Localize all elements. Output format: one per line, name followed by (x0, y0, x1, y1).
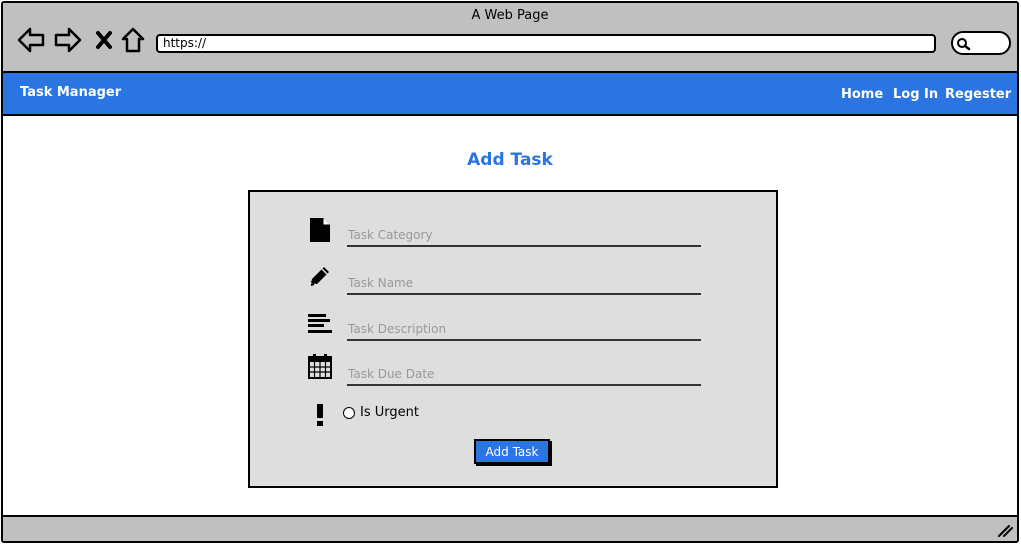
is-urgent-label: Is Urgent (360, 405, 419, 420)
stop-x-icon[interactable] (93, 25, 115, 55)
task-category-input[interactable] (347, 225, 701, 247)
search-icon (957, 38, 971, 51)
pencil-icon (307, 263, 333, 289)
add-task-button[interactable]: Add Task (474, 439, 550, 464)
app-navbar: Task Manager Home Log In Regester (3, 73, 1017, 116)
task-description-input[interactable] (347, 319, 701, 341)
page-title: Add Task (467, 150, 553, 170)
nav-login-link[interactable]: Log In (893, 87, 938, 102)
add-task-form: Is Urgent Add Task (248, 190, 778, 488)
brand-logo[interactable]: Task Manager (20, 85, 121, 100)
forward-arrow-icon[interactable] (53, 25, 83, 55)
calendar-icon (307, 353, 333, 379)
home-icon[interactable] (120, 25, 146, 55)
resize-grip-icon[interactable] (997, 524, 1013, 538)
back-arrow-icon[interactable] (16, 25, 46, 55)
file-icon (307, 217, 333, 243)
is-urgent-radio[interactable] (343, 406, 355, 419)
status-bar (3, 515, 1017, 541)
nav-register-link[interactable]: Regester (945, 87, 1011, 102)
address-bar[interactable]: https:// (156, 34, 936, 53)
browser-search-box[interactable] (951, 31, 1011, 55)
browser-chrome: A Web Page https:// (3, 3, 1017, 73)
exclamation-icon (307, 402, 333, 428)
task-name-input[interactable] (347, 273, 701, 295)
is-urgent-option[interactable]: Is Urgent (343, 405, 419, 420)
task-due-date-input[interactable] (347, 364, 701, 386)
browser-window: A Web Page https:// Task Manager Home Lo… (1, 1, 1019, 543)
window-title: A Web Page (471, 8, 549, 23)
nav-home-link[interactable]: Home (841, 87, 883, 102)
align-left-icon (307, 311, 333, 337)
